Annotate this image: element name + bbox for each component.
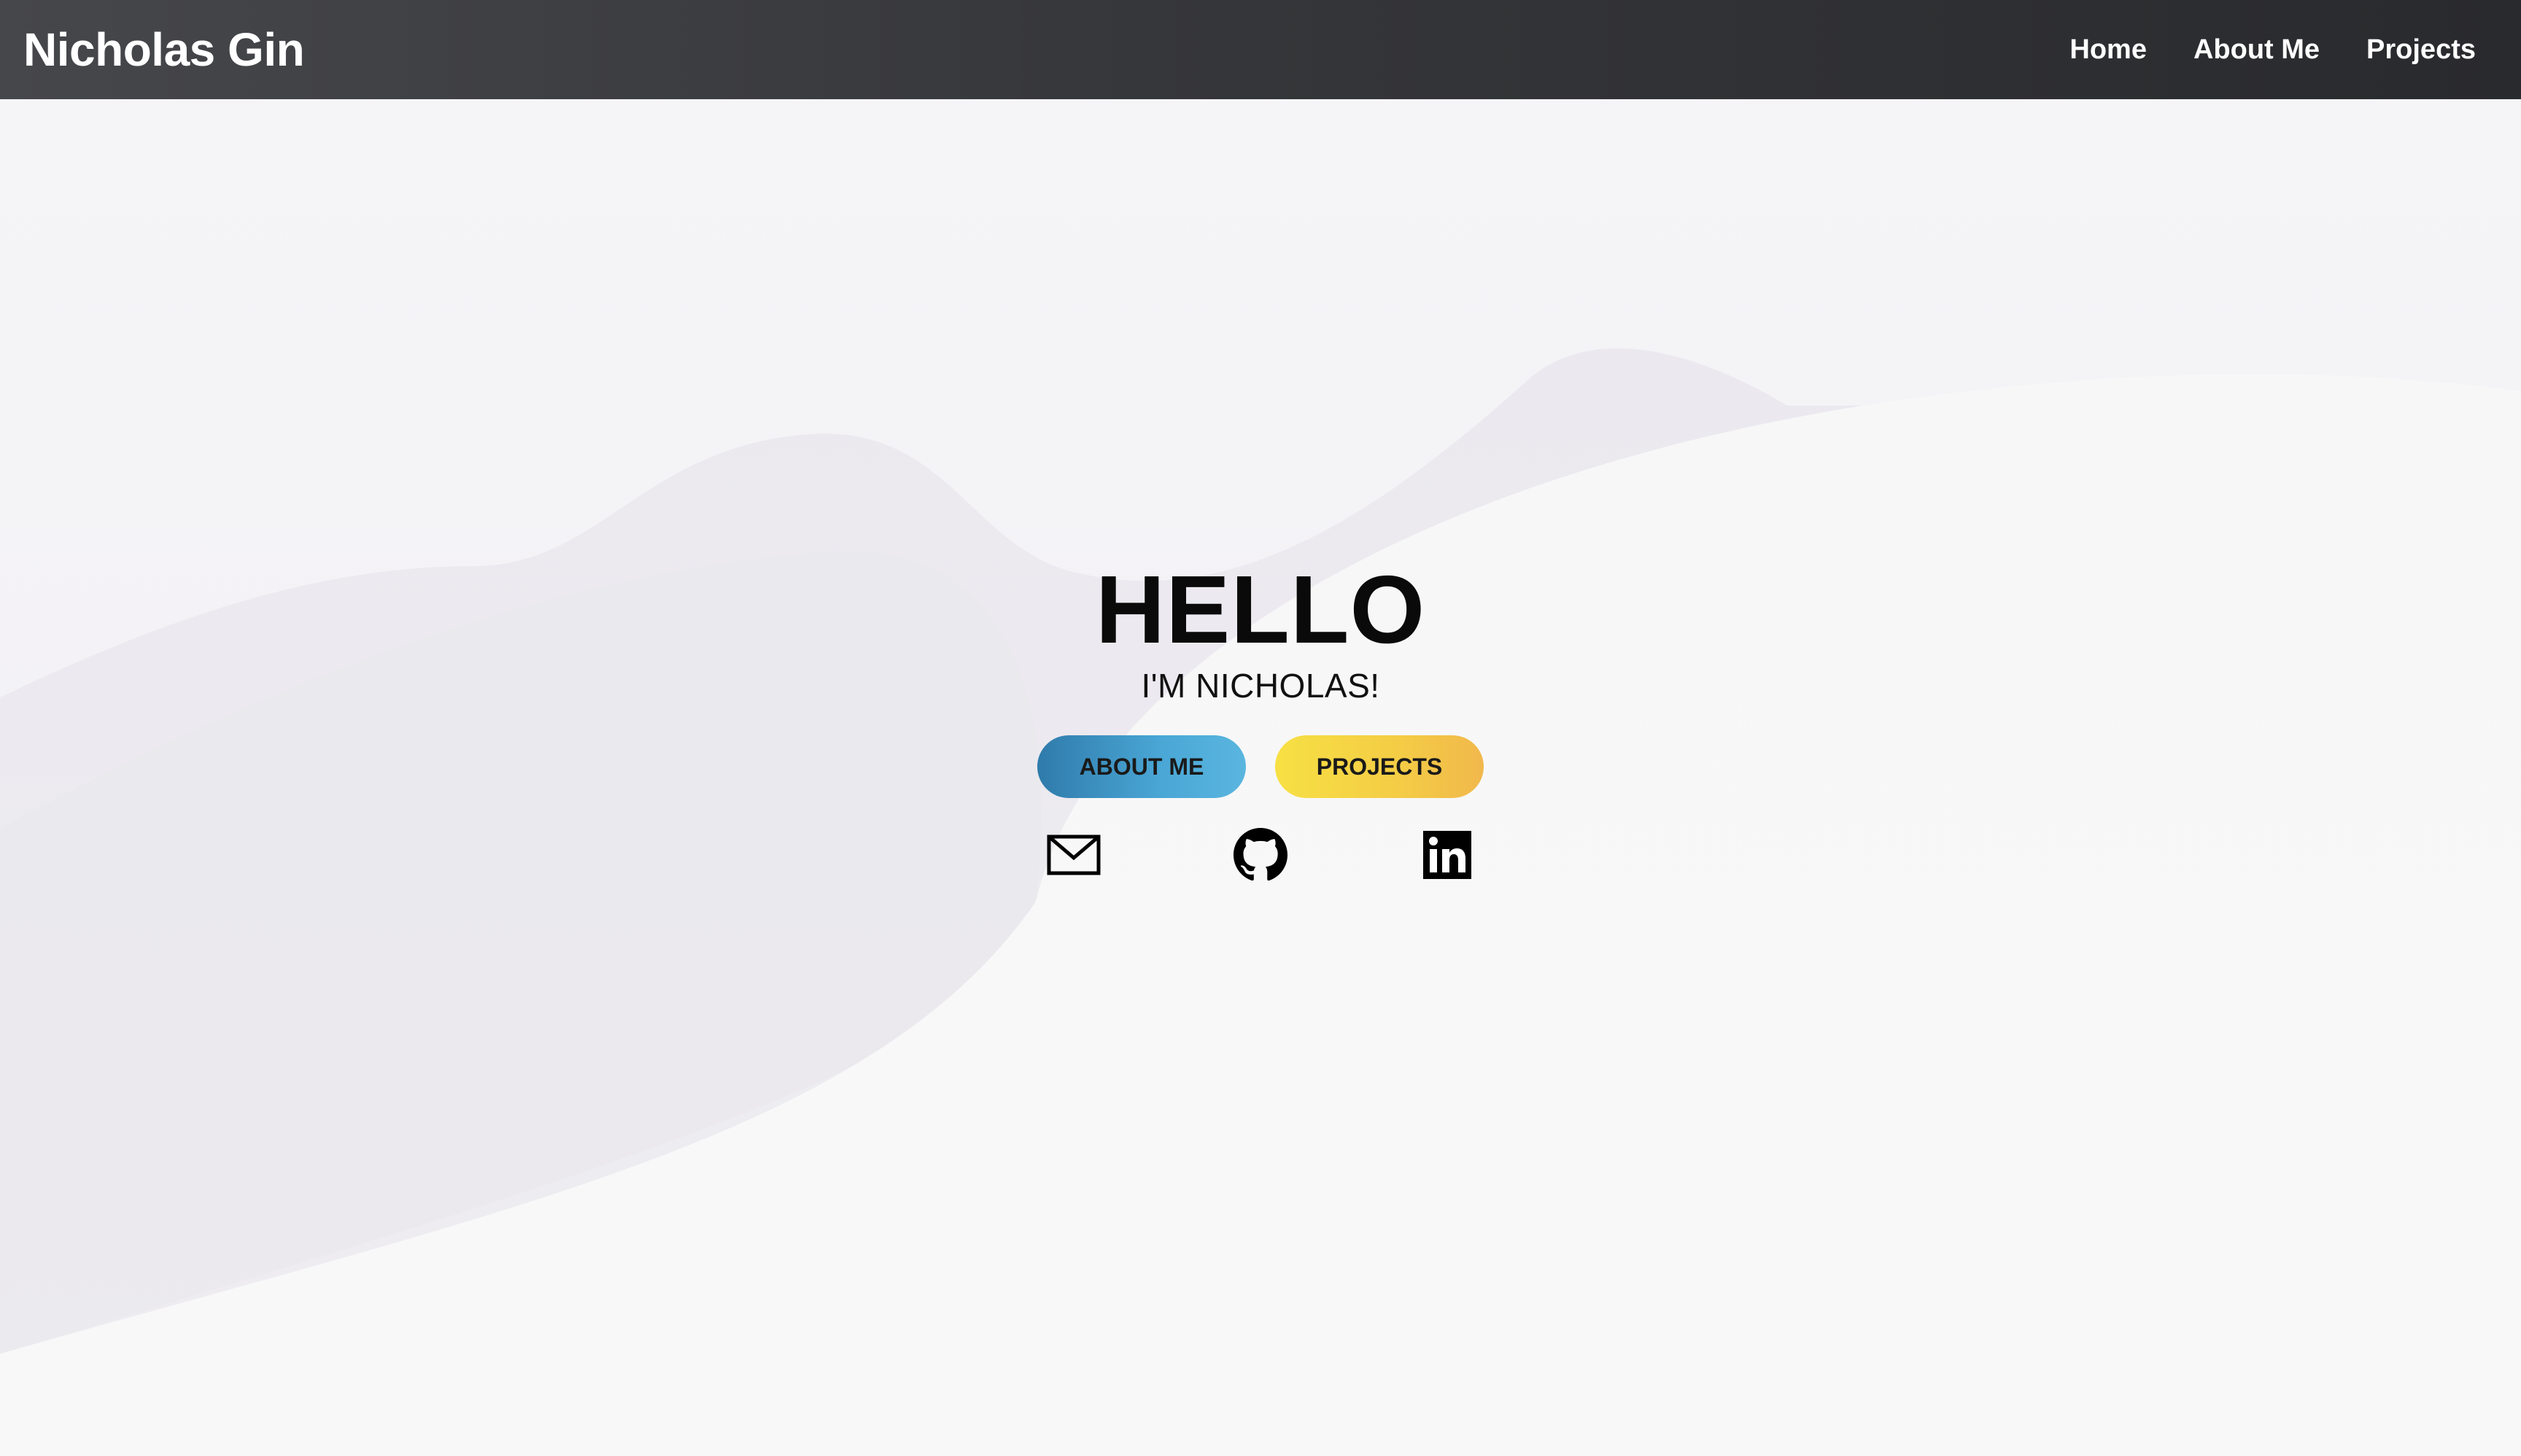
email-link[interactable] bbox=[1045, 826, 1103, 884]
github-link[interactable] bbox=[1231, 826, 1290, 884]
nav-link-home[interactable]: Home bbox=[2069, 34, 2147, 66]
hero-title: HELLO bbox=[1095, 556, 1426, 663]
brand-logo-link[interactable]: Nicholas Gin bbox=[23, 23, 305, 77]
hero-section: HELLO I'M NICHOLAS! ABOUT ME PROJECTS bbox=[0, 554, 2521, 884]
projects-button[interactable]: PROJECTS bbox=[1275, 735, 1484, 798]
hero-subtitle: I'M NICHOLAS! bbox=[1141, 667, 1380, 705]
nav-links: Home About Me Projects bbox=[2069, 34, 2476, 66]
top-navbar: Nicholas Gin Home About Me Projects bbox=[0, 0, 2521, 99]
github-icon bbox=[1234, 828, 1287, 881]
nav-link-projects[interactable]: Projects bbox=[2366, 34, 2476, 66]
cta-button-row: ABOUT ME PROJECTS bbox=[1037, 735, 1484, 798]
linkedin-icon bbox=[1423, 831, 1471, 879]
mail-icon bbox=[1047, 835, 1101, 875]
linkedin-link[interactable] bbox=[1418, 826, 1476, 884]
about-me-button[interactable]: ABOUT ME bbox=[1037, 735, 1246, 798]
nav-link-about-me[interactable]: About Me bbox=[2193, 34, 2320, 66]
social-links bbox=[1045, 826, 1476, 884]
